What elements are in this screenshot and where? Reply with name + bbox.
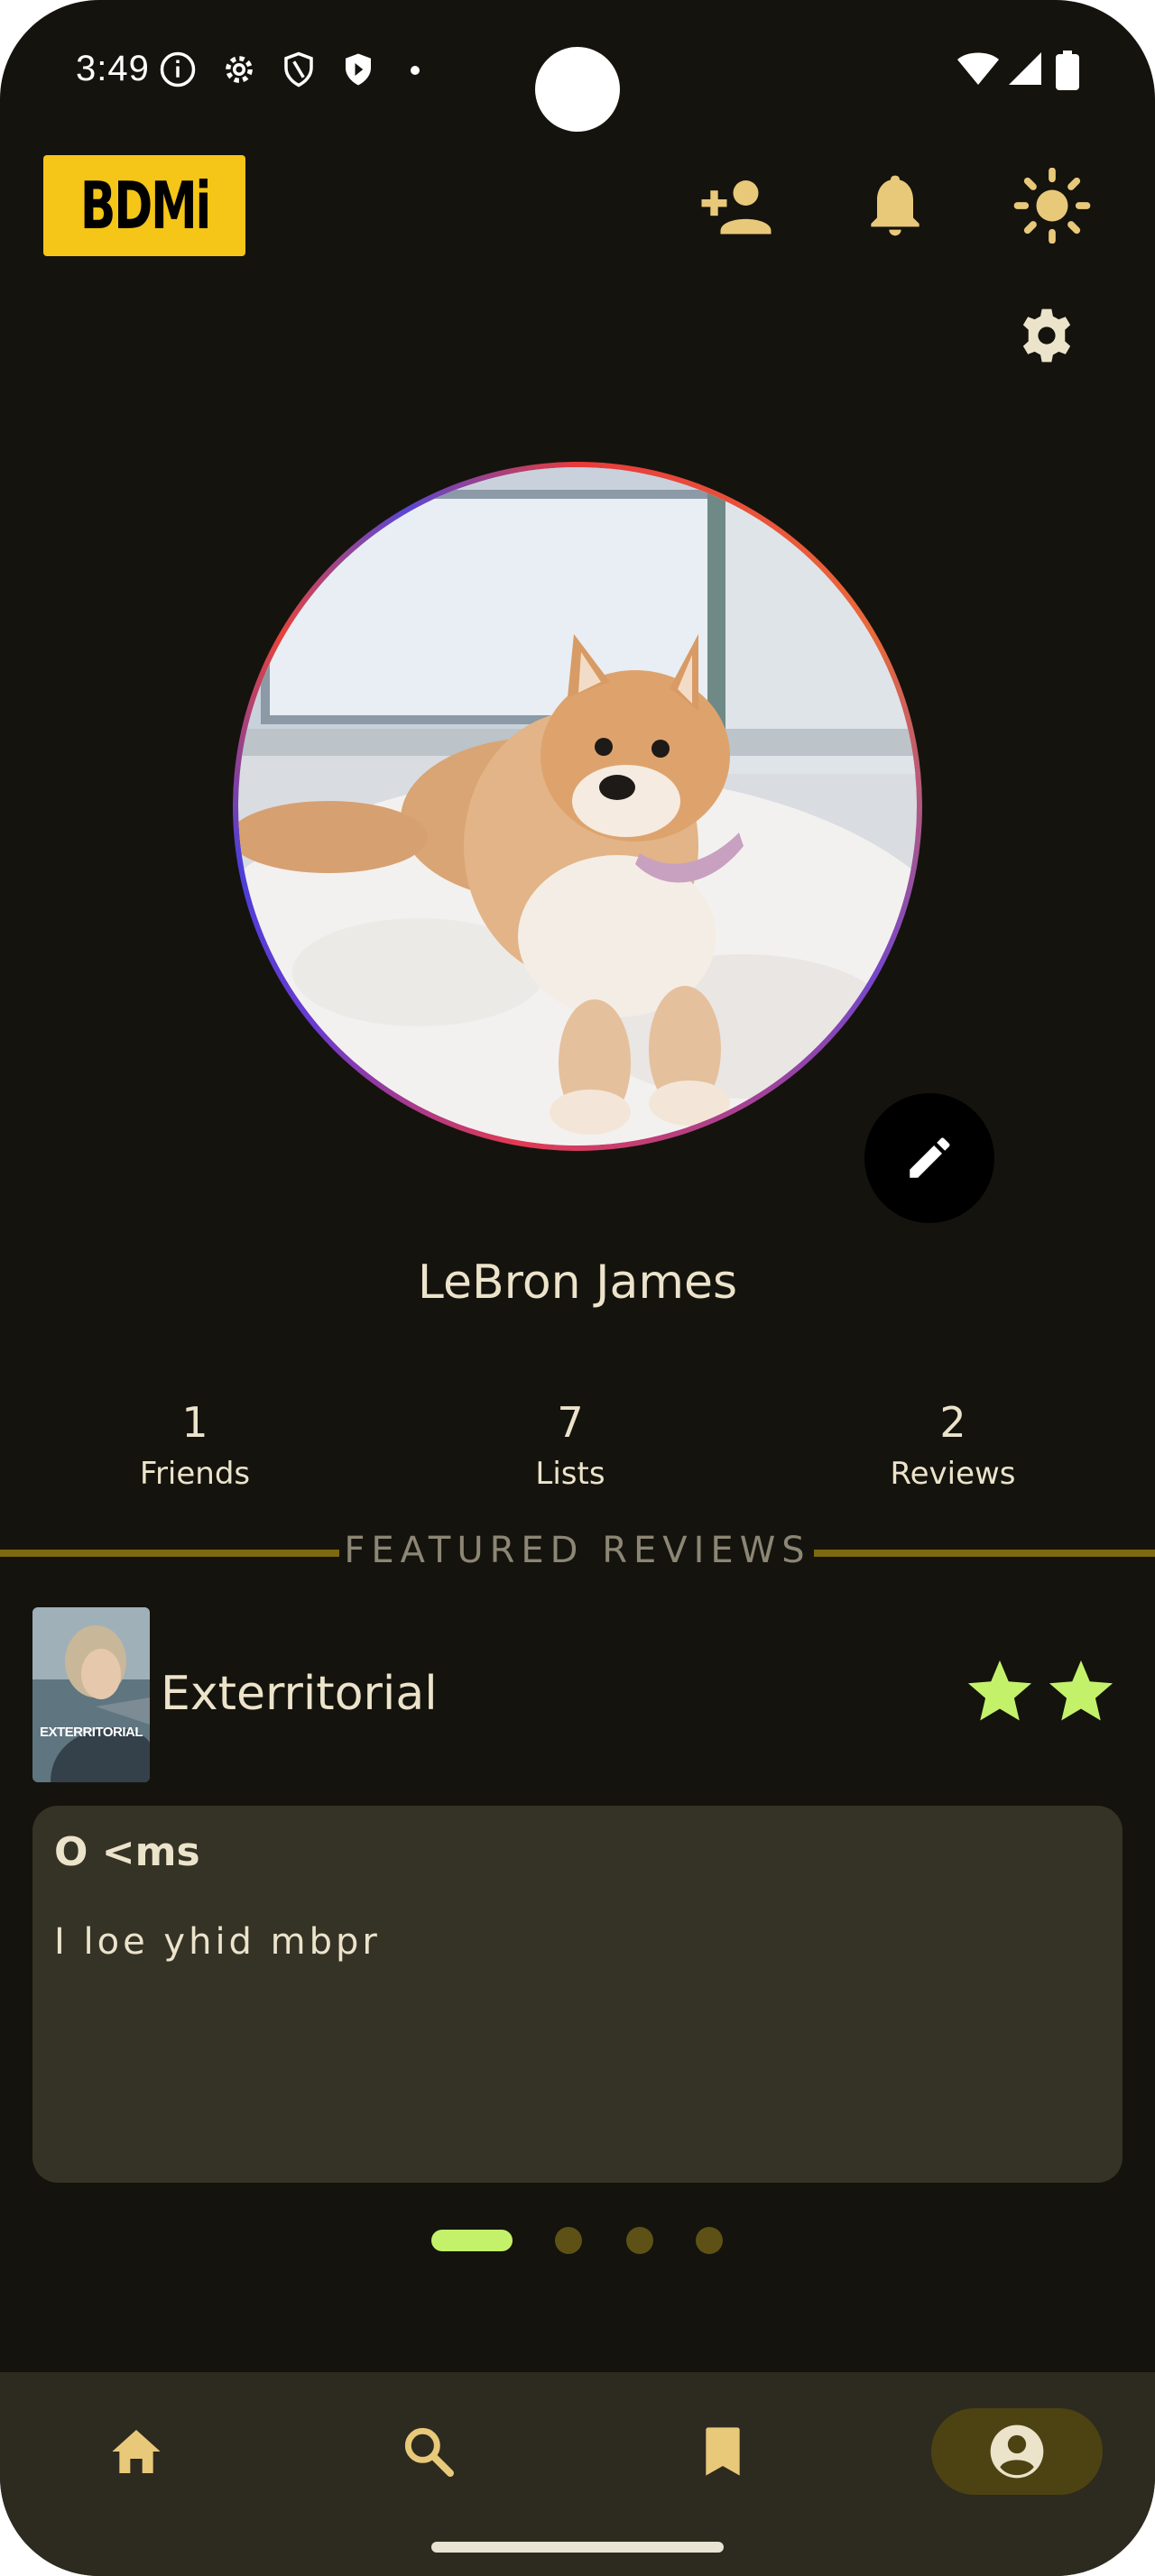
avatar-dog-image — [238, 467, 917, 1145]
featured-reviews-heading: FEATURED REVIEWS — [344, 1530, 811, 1571]
star-icon — [967, 1660, 1032, 1721]
nav-home[interactable] — [51, 2408, 222, 2495]
review-body: I loe yhid mbpr — [54, 1921, 381, 1963]
app-logo[interactable]: BDMi — [43, 155, 245, 256]
profile-name: LeBron James — [417, 1256, 738, 1310]
gesture-home-bar[interactable] — [431, 2542, 724, 2553]
bookmark-icon — [706, 2427, 740, 2476]
shield-play-icon — [346, 53, 371, 86]
front-camera — [535, 47, 620, 132]
stat-lists[interactable]: 7 Lists — [453, 1398, 688, 1492]
nav-watchlist[interactable] — [637, 2408, 808, 2495]
account-icon — [990, 2424, 1044, 2479]
review-card[interactable]: O <ms I loe yhid mbpr — [32, 1806, 1123, 2183]
avatar[interactable] — [238, 467, 917, 1145]
stat-reviews[interactable]: 2 Reviews — [836, 1398, 1070, 1492]
sun-icon[interactable] — [1012, 168, 1092, 244]
home-icon — [112, 2430, 161, 2473]
search-icon — [404, 2427, 454, 2477]
poster-title: EXTERRITORIAL — [39, 1725, 143, 1740]
shield-outline-icon — [284, 51, 313, 87]
movie-poster[interactable]: EXTERRITORIAL — [32, 1607, 150, 1782]
edit-avatar-button[interactable] — [864, 1093, 994, 1223]
pager-dot[interactable] — [555, 2227, 582, 2254]
wifi-icon — [957, 52, 999, 85]
poster-image — [32, 1607, 150, 1782]
notification-dot-icon — [411, 66, 420, 75]
stat-label: Friends — [139, 1456, 251, 1492]
gear-icon[interactable] — [1018, 307, 1076, 364]
pager-dot[interactable] — [696, 2227, 723, 2254]
stat-value: 7 — [557, 1398, 584, 1447]
pager-indicator-active[interactable] — [431, 2230, 513, 2251]
cell-signal-icon — [1009, 52, 1041, 85]
status-time: 3:49 — [76, 49, 150, 88]
nav-profile[interactable] — [931, 2408, 1103, 2495]
phone-screen: 3:49 BDMi LeBron James 1 Friends 7 Lists… — [0, 0, 1155, 2576]
stat-value: 2 — [939, 1398, 966, 1447]
bell-icon[interactable] — [859, 168, 931, 244]
add-friend-icon[interactable] — [697, 168, 776, 244]
stat-value: 1 — [181, 1398, 208, 1447]
stat-label: Lists — [535, 1456, 605, 1492]
settings-status-icon — [226, 56, 253, 83]
star-icon — [1049, 1660, 1113, 1721]
nav-search[interactable] — [343, 2408, 514, 2495]
movie-title[interactable]: Exterritorial — [161, 1667, 438, 1721]
review-title: O <ms — [54, 1829, 200, 1875]
pager-dot[interactable] — [626, 2227, 653, 2254]
pencil-icon — [910, 1137, 950, 1178]
stat-friends[interactable]: 1 Friends — [78, 1398, 312, 1492]
info-icon — [160, 51, 196, 87]
battery-icon — [1056, 51, 1079, 90]
avatar-ring — [233, 462, 922, 1151]
stat-label: Reviews — [890, 1456, 1016, 1492]
